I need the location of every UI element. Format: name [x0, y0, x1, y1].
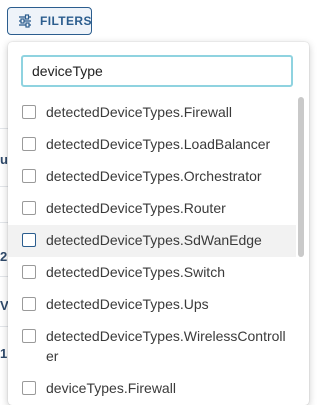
filter-option[interactable]: detectedDeviceTypes.LoadBalancer	[8, 129, 296, 161]
filter-option-label: detectedDeviceTypes.Router	[46, 200, 226, 216]
background-text: u	[0, 152, 8, 167]
checkbox[interactable]	[22, 105, 36, 119]
scrollbar-thumb[interactable]	[298, 97, 304, 257]
filter-option[interactable]: detectedDeviceTypes.Switch	[8, 257, 296, 289]
filters-button-label: FILTERS	[40, 14, 92, 28]
filter-option-label: detectedDeviceTypes.WirelessController	[46, 328, 286, 364]
checkbox[interactable]	[22, 137, 36, 151]
filter-option[interactable]: detectedDeviceTypes.Orchestrator	[8, 161, 296, 193]
filter-search-input[interactable]	[21, 55, 293, 87]
checkbox[interactable]	[22, 233, 36, 247]
filter-dropdown: detectedDeviceTypes.Firewall detectedDev…	[8, 42, 309, 405]
filter-option-hovered[interactable]: detectedDeviceTypes.SdWanEdge	[8, 225, 296, 257]
filter-option[interactable]: deviceTypes.Firewall	[8, 373, 296, 405]
filter-option-label: deviceTypes.Firewall	[46, 380, 176, 396]
checkbox[interactable]	[22, 265, 36, 279]
page: u 2 V0 1 FILTERS detectedDeviceTypes.Fir…	[0, 0, 317, 405]
checkbox[interactable]	[22, 329, 36, 343]
filter-option[interactable]: detectedDeviceTypes.Firewall	[8, 97, 296, 129]
filter-option-label: detectedDeviceTypes.SdWanEdge	[46, 232, 262, 248]
background-text: 1	[0, 346, 8, 361]
checkbox[interactable]	[22, 381, 36, 395]
filter-option[interactable]: detectedDeviceTypes.Router	[8, 193, 296, 225]
background-text: 2	[0, 249, 8, 264]
filter-option-list: detectedDeviceTypes.Firewall detectedDev…	[8, 97, 296, 405]
checkbox[interactable]	[22, 201, 36, 215]
filter-option-label: detectedDeviceTypes.LoadBalancer	[46, 136, 271, 152]
filter-option-label: detectedDeviceTypes.Ups	[46, 296, 209, 312]
filter-option[interactable]: detectedDeviceTypes.Ups	[8, 289, 296, 321]
checkbox[interactable]	[22, 169, 36, 183]
filter-option-label: detectedDeviceTypes.Switch	[46, 264, 225, 280]
sliders-icon	[18, 14, 32, 28]
filter-option-label: detectedDeviceTypes.Firewall	[46, 104, 232, 120]
filter-option-label: detectedDeviceTypes.Orchestrator	[46, 168, 262, 184]
checkbox[interactable]	[22, 297, 36, 311]
filters-button[interactable]: FILTERS	[7, 7, 92, 35]
filter-option[interactable]: detectedDeviceTypes.WirelessController	[8, 321, 296, 373]
